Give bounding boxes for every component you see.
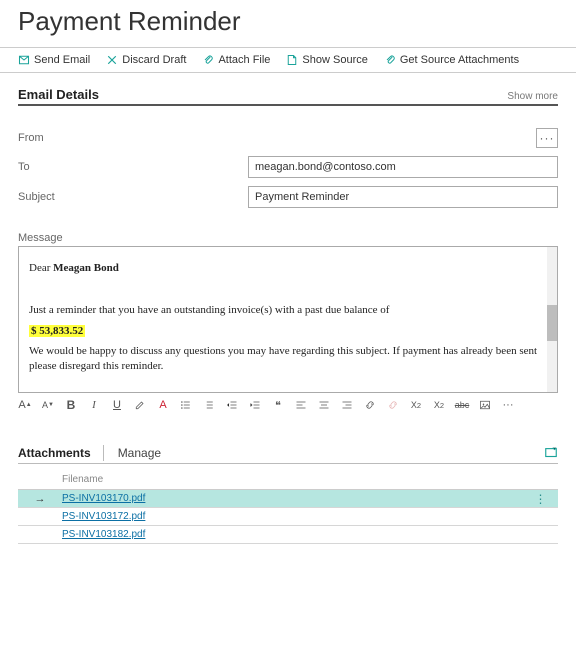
from-more-button[interactable]: ···	[536, 128, 558, 148]
page-title: Payment Reminder	[0, 0, 576, 47]
to-row: To	[0, 152, 576, 182]
show-source-button[interactable]: Show Source	[286, 54, 367, 66]
bold-button[interactable]: B	[64, 398, 78, 412]
show-source-icon	[286, 54, 298, 66]
attachments-column-header: Filename	[18, 464, 558, 490]
salutation-name: Meagan Bond	[53, 262, 119, 274]
font-color-button[interactable]: A	[156, 398, 170, 412]
unlink-button[interactable]	[386, 398, 400, 412]
row-actions-button[interactable]: ⋮	[524, 490, 558, 507]
get-source-attachments-button[interactable]: Get Source Attachments	[384, 54, 519, 66]
filename-column-label: Filename	[62, 474, 103, 485]
discard-icon	[106, 54, 118, 66]
discard-draft-label: Discard Draft	[122, 54, 186, 66]
subscript-button[interactable]: X2	[432, 398, 446, 412]
send-email-icon	[18, 54, 30, 66]
align-left-button[interactable]	[294, 398, 308, 412]
subject-input[interactable]	[248, 186, 558, 208]
action-toolbar: Send Email Discard Draft Attach File Sho…	[0, 48, 576, 73]
message-editor[interactable]: Dear Meagan Bond Just a reminder that yo…	[18, 246, 558, 393]
from-row: From ···	[0, 116, 576, 152]
superscript-button[interactable]: X2	[409, 398, 423, 412]
table-row[interactable]: →PS-INV103170.pdf⋮	[18, 490, 558, 508]
align-center-button[interactable]	[317, 398, 331, 412]
send-email-label: Send Email	[34, 54, 90, 66]
strikethrough-button[interactable]: abc	[455, 398, 469, 412]
message-body[interactable]: Dear Meagan Bond Just a reminder that yo…	[19, 247, 557, 392]
highlight-button[interactable]	[133, 398, 147, 412]
attachments-section: Attachments Manage Filename →PS-INV10317…	[0, 439, 576, 564]
table-row[interactable]: PS-INV103182.pdf⋮	[18, 526, 558, 544]
toolbar-more-button[interactable]: ···	[501, 398, 515, 412]
attachments-new-button[interactable]	[544, 446, 558, 460]
subject-row: Subject	[0, 182, 576, 212]
font-size-up-button[interactable]: A▲	[18, 398, 32, 412]
show-source-label: Show Source	[302, 54, 367, 66]
attachments-title: Attachments	[18, 446, 103, 460]
outdent-button[interactable]	[225, 398, 239, 412]
italic-button[interactable]: I	[87, 398, 101, 412]
rich-text-toolbar: A▲ A▼ B I U A ❝ X2 X2 abc ···	[0, 393, 576, 417]
bullet-list-button[interactable]	[179, 398, 193, 412]
image-button[interactable]	[478, 398, 492, 412]
font-size-down-button[interactable]: A▼	[41, 398, 55, 412]
link-button[interactable]	[363, 398, 377, 412]
message-line-1: Just a reminder that you have an outstan…	[29, 303, 547, 318]
attachment-filename-link[interactable]: PS-INV103172.pdf	[62, 511, 524, 522]
indent-button[interactable]	[248, 398, 262, 412]
section-divider	[18, 104, 558, 106]
subject-label: Subject	[18, 191, 238, 203]
show-more-link[interactable]: Show more	[507, 91, 558, 102]
editor-scrollbar-thumb[interactable]	[547, 305, 557, 341]
email-details-header: Email Details Show more	[0, 73, 576, 104]
to-label: To	[18, 161, 238, 173]
attach-file-button[interactable]: Attach File	[202, 54, 270, 66]
number-list-button[interactable]	[202, 398, 216, 412]
message-label: Message	[0, 212, 576, 246]
get-source-attachments-label: Get Source Attachments	[400, 54, 519, 66]
attachment-filename-link[interactable]: PS-INV103182.pdf	[62, 529, 524, 540]
quote-button[interactable]: ❝	[271, 398, 285, 412]
message-line-2: We would be happy to discuss any questio…	[29, 344, 547, 374]
row-arrow-icon: →	[18, 493, 62, 505]
discard-draft-button[interactable]: Discard Draft	[106, 54, 186, 66]
send-email-button[interactable]: Send Email	[18, 54, 90, 66]
attach-file-label: Attach File	[218, 54, 270, 66]
email-details-title: Email Details	[18, 87, 99, 102]
from-label: From	[18, 132, 238, 144]
attachments-rows: →PS-INV103170.pdf⋮PS-INV103172.pdf⋮PS-IN…	[18, 490, 558, 544]
underline-button[interactable]: U	[110, 398, 124, 412]
salutation-prefix: Dear	[29, 262, 53, 274]
attachments-divider	[103, 445, 104, 461]
amount-highlight: $ 53,833.52	[29, 325, 85, 337]
attachment-filename-link[interactable]: PS-INV103170.pdf	[62, 493, 524, 504]
attachments-manage-link[interactable]: Manage	[118, 446, 161, 460]
paperclip-icon	[202, 54, 214, 66]
table-row[interactable]: PS-INV103172.pdf⋮	[18, 508, 558, 526]
editor-scrollbar[interactable]	[547, 247, 557, 392]
align-right-button[interactable]	[340, 398, 354, 412]
to-input[interactable]	[248, 156, 558, 178]
get-attachments-icon	[384, 54, 396, 66]
